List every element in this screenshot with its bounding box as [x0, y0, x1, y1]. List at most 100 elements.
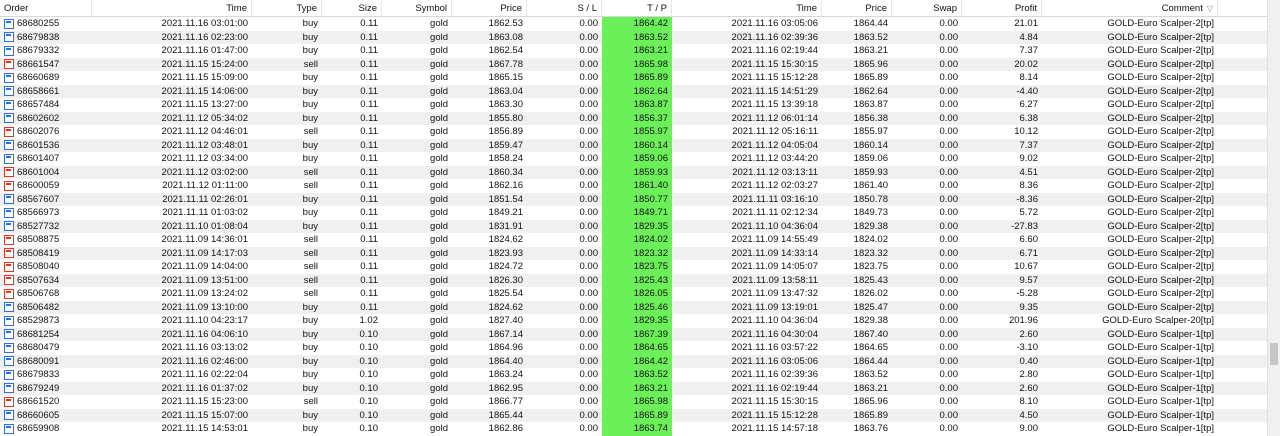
table-row[interactable]: 68600059 2021.11.12 01:11:00 sell 0.11 gold 1…: [0, 179, 1268, 193]
close-time-cell: 2021.11.15 15:30:15: [731, 396, 818, 408]
type-cell: sell: [303, 166, 318, 178]
comment-cell: GOLD-Euro Scalper-2[tp]: [1107, 166, 1214, 178]
comment-cell: GOLD-Euro Scalper-2[tp]: [1107, 45, 1214, 57]
col-header-symbol[interactable]: Symbol: [382, 0, 452, 16]
table-row[interactable]: 68508419 2021.11.09 14:17:03 sell 0.11 gold 1…: [0, 246, 1268, 261]
tp-cell: 1867.39: [602, 327, 672, 341]
col-header-time[interactable]: Time: [92, 0, 252, 16]
swap-cell: 0.00: [939, 409, 959, 421]
symbol-cell: gold: [430, 31, 448, 43]
table-row[interactable]: 68657484 2021.11.15 13:27:00 buy 0.11 gold 18…: [0, 98, 1268, 112]
open-time-cell: 2021.11.16 03:13:02: [161, 342, 248, 354]
table-row[interactable]: 68529873 2021.11.10 04:23:17 buy 1.02 gold 18…: [0, 314, 1268, 328]
size-cell: 0.11: [360, 288, 378, 300]
close-time-cell: 2021.11.12 03:44:20: [731, 153, 818, 165]
type-cell: sell: [303, 261, 318, 273]
profit-cell: 6.71: [1019, 247, 1039, 259]
table-row[interactable]: 68602076 2021.11.12 04:46:01 sell 0.11 gold 1…: [0, 125, 1268, 139]
close-price-cell: 1850.78: [853, 193, 888, 205]
open-price-cell: 1824.72: [488, 261, 523, 273]
col-header-order[interactable]: Order: [0, 0, 92, 16]
close-price-cell: 1865.89: [853, 72, 888, 84]
sl-cell: 0.00: [579, 423, 599, 435]
sl-cell: 0.00: [579, 288, 599, 300]
table-row[interactable]: 68658661 2021.11.15 14:06:00 buy 0.11 gold 18…: [0, 84, 1268, 98]
sl-cell: 0.00: [579, 328, 599, 340]
close-price-cell: 1863.52: [853, 369, 888, 381]
col-header-close-time[interactable]: Time: [672, 0, 822, 16]
table-row[interactable]: 68660689 2021.11.15 15:09:00 buy 0.11 gold 18…: [0, 71, 1268, 85]
table-row[interactable]: 68681254 2021.11.16 04:06:10 buy 0.10 gold 18…: [0, 327, 1268, 341]
table-row[interactable]: 68680255 2021.11.16 03:01:00 buy 0.11 gold 18…: [0, 17, 1268, 31]
order-cell: 68602076: [0, 125, 92, 139]
close-price-cell: 1825.43: [853, 274, 888, 286]
table-row[interactable]: 68506482 2021.11.09 13:10:00 buy 0.11 gold 18…: [0, 300, 1268, 314]
order-cell: 68508419: [0, 247, 92, 261]
close-price-cell: 1859.93: [853, 166, 888, 178]
type-cell: buy: [302, 193, 318, 205]
profit-cell: 8.10: [1019, 396, 1039, 408]
swap-cell: 0.00: [939, 153, 959, 165]
open-price-cell: 1860.34: [488, 166, 523, 178]
open-time-cell: 2021.11.10 01:08:04: [161, 220, 248, 232]
open-price-cell: 1825.54: [488, 288, 523, 300]
open-price-cell: 1864.96: [488, 342, 523, 354]
order-cell: 68601004: [0, 166, 92, 180]
table-row[interactable]: 68527732 2021.11.10 01:08:04 buy 0.11 gold 18…: [0, 219, 1268, 233]
col-header-type[interactable]: Type: [252, 0, 322, 16]
profit-cell: 7.37: [1019, 139, 1039, 151]
col-header-close-price[interactable]: Price: [822, 0, 892, 16]
open-price-cell: 1863.08: [488, 31, 523, 43]
comment-cell: GOLD-Euro Scalper-1[tp]: [1107, 369, 1214, 381]
table-row[interactable]: 68660605 2021.11.15 15:07:00 buy 0.10 gold 18…: [0, 408, 1268, 422]
col-header-size[interactable]: Size: [322, 0, 382, 16]
table-row[interactable]: 68601004 2021.11.12 03:02:00 sell 0.11 gold 1…: [0, 165, 1268, 180]
col-header-swap[interactable]: Swap: [892, 0, 962, 16]
table-row[interactable]: 68679332 2021.11.16 01:47:00 buy 0.11 gold 18…: [0, 44, 1268, 58]
table-row[interactable]: 68661547 2021.11.15 15:24:00 sell 0.11 gold 1…: [0, 57, 1268, 71]
sl-cell: 0.00: [579, 315, 599, 327]
profit-cell: -8.36: [1016, 193, 1038, 205]
table-row[interactable]: 68679838 2021.11.16 02:23:00 buy 0.11 gold 18…: [0, 30, 1268, 44]
table-row[interactable]: 68680479 2021.11.16 03:13:02 buy 0.10 gold 18…: [0, 341, 1268, 355]
symbol-cell: gold: [430, 18, 448, 30]
table-row[interactable]: 68679833 2021.11.16 02:22:04 buy 0.10 gold 18…: [0, 368, 1268, 382]
comment-header-label: Comment: [1161, 2, 1203, 14]
buy-order-icon: [4, 194, 14, 205]
symbol-cell: gold: [430, 207, 448, 219]
sl-cell: 0.00: [579, 58, 599, 70]
table-row[interactable]: 68602602 2021.11.12 05:34:02 buy 0.11 gold 18…: [0, 111, 1268, 125]
sort-indicator-icon[interactable]: ▽: [1207, 4, 1213, 13]
close-time-cell: 2021.11.16 04:30:04: [731, 328, 818, 340]
table-row[interactable]: 68567607 2021.11.11 02:26:01 buy 0.11 gold 18…: [0, 192, 1268, 206]
table-row[interactable]: 68566973 2021.11.11 01:03:02 buy 0.11 gold 18…: [0, 206, 1268, 220]
close-time-cell: 2021.11.16 03:05:06: [731, 18, 818, 30]
table-row[interactable]: 68508040 2021.11.09 14:04:00 sell 0.11 gold 1…: [0, 260, 1268, 274]
vertical-scrollbar[interactable]: [1267, 0, 1280, 436]
col-header-sl[interactable]: S / L: [527, 0, 602, 16]
col-header-price[interactable]: Price: [452, 0, 527, 16]
col-header-comment[interactable]: Comment ▽: [1042, 0, 1218, 16]
tp-cell: 1856.37: [602, 111, 672, 125]
open-time-cell: 2021.11.15 15:07:00: [161, 409, 248, 421]
table-row[interactable]: 68601536 2021.11.12 03:48:01 buy 0.11 gold 18…: [0, 138, 1268, 152]
size-cell: 0.11: [360, 72, 378, 84]
order-id: 68658661: [17, 85, 60, 97]
table-row[interactable]: 68601407 2021.11.12 03:34:00 buy 0.11 gold 18…: [0, 152, 1268, 166]
table-row[interactable]: 68661520 2021.11.15 15:23:00 sell 0.10 gold 1…: [0, 395, 1268, 409]
order-cell: 68566973: [0, 206, 92, 220]
col-header-tp[interactable]: T / P: [602, 0, 672, 16]
table-row[interactable]: 68508875 2021.11.09 14:36:01 sell 0.11 gold 1…: [0, 233, 1268, 247]
scrollbar-thumb[interactable]: [1270, 343, 1278, 365]
col-header-profit[interactable]: Profit: [962, 0, 1042, 16]
close-time-cell: 2021.11.09 13:19:01: [731, 301, 818, 313]
table-row[interactable]: 68507634 2021.11.09 13:51:00 sell 0.11 gold 1…: [0, 273, 1268, 287]
order-id: 68601407: [17, 153, 60, 165]
table-row[interactable]: 68659908 2021.11.15 14:53:01 buy 0.10 gold 18…: [0, 422, 1268, 436]
table-row[interactable]: 68680091 2021.11.16 02:46:00 buy 0.10 gold 18…: [0, 354, 1268, 368]
table-row[interactable]: 68506768 2021.11.09 13:24:02 sell 0.11 gold 1…: [0, 287, 1268, 301]
open-price-cell: 1859.47: [488, 139, 523, 151]
table-row[interactable]: 68679249 2021.11.16 01:37:02 buy 0.10 gold 18…: [0, 381, 1268, 395]
close-price-cell: 1861.40: [853, 180, 888, 192]
symbol-cell: gold: [430, 72, 448, 84]
